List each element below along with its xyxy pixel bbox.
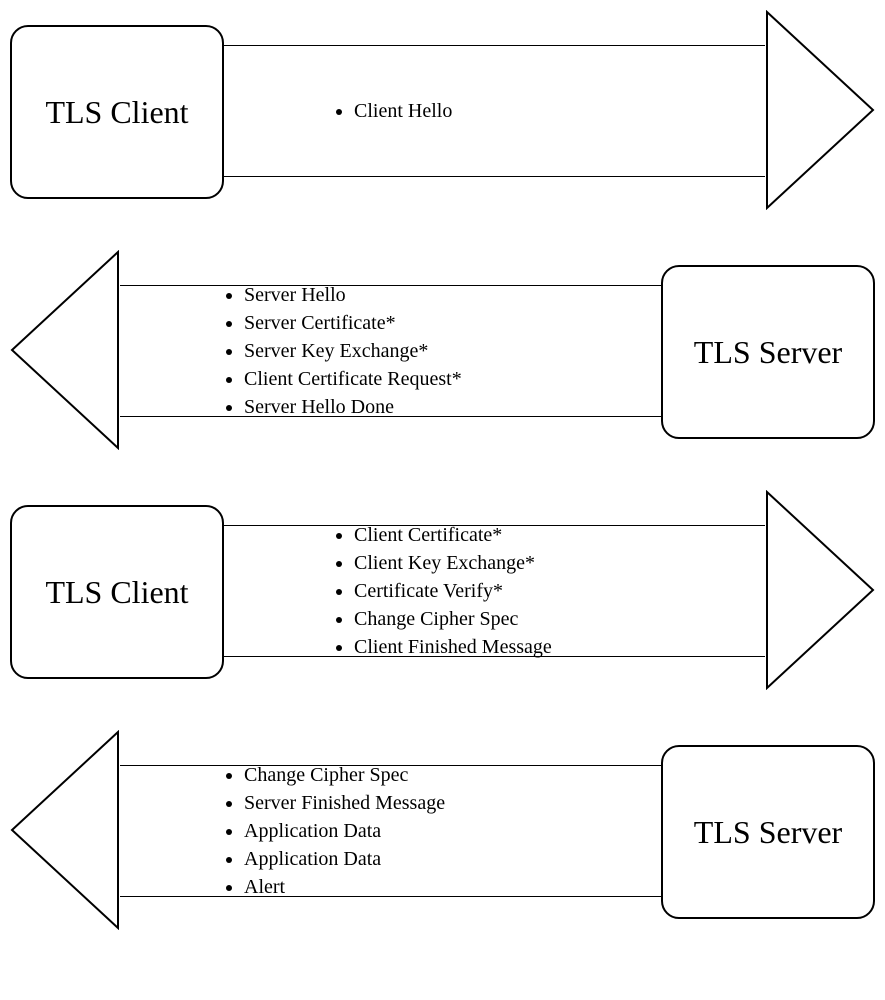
message-item: Server Hello [244,281,462,309]
message-item: Certificate Verify* [354,577,552,605]
message-list-4: Change Cipher Spec Server Finished Messa… [220,761,445,901]
flow-row-2: Server Hello Server Certificate* Server … [10,250,875,450]
flow-row-3: TLS Client Client Certificate* Client Ke… [10,490,875,690]
message-item: Client Hello [354,97,452,125]
flow-row-4: Change Cipher Spec Server Finished Messa… [10,730,875,930]
message-list-1: Client Hello [330,97,452,125]
message-item: Server Key Exchange* [244,337,462,365]
flow-row-1: TLS Client Client Hello [10,10,875,210]
tls-client-box: TLS Client [10,505,224,679]
message-item: Client Certificate* [354,521,552,549]
message-item: Application Data [244,817,445,845]
message-item: Client Certificate Request* [244,365,462,393]
message-item: Server Finished Message [244,789,445,817]
message-item: Change Cipher Spec [354,605,552,633]
arrowhead-right-icon [765,490,875,690]
tls-client-box: TLS Client [10,25,224,199]
message-list-2: Server Hello Server Certificate* Server … [220,281,462,421]
tls-server-box: TLS Server [661,265,875,439]
message-item: Change Cipher Spec [244,761,445,789]
message-item: Application Data [244,845,445,873]
arrowhead-left-icon [10,730,120,930]
tls-client-label: TLS Client [45,94,188,131]
message-item: Alert [244,873,445,901]
tls-server-label: TLS Server [694,814,842,851]
message-list-3: Client Certificate* Client Key Exchange*… [330,521,552,661]
message-item: Server Hello Done [244,393,462,421]
message-item: Server Certificate* [244,309,462,337]
tls-server-box: TLS Server [661,745,875,919]
tls-client-label: TLS Client [45,574,188,611]
message-item: Client Finished Message [354,633,552,661]
arrowhead-left-icon [10,250,120,450]
tls-server-label: TLS Server [694,334,842,371]
arrowhead-right-icon [765,10,875,210]
message-item: Client Key Exchange* [354,549,552,577]
